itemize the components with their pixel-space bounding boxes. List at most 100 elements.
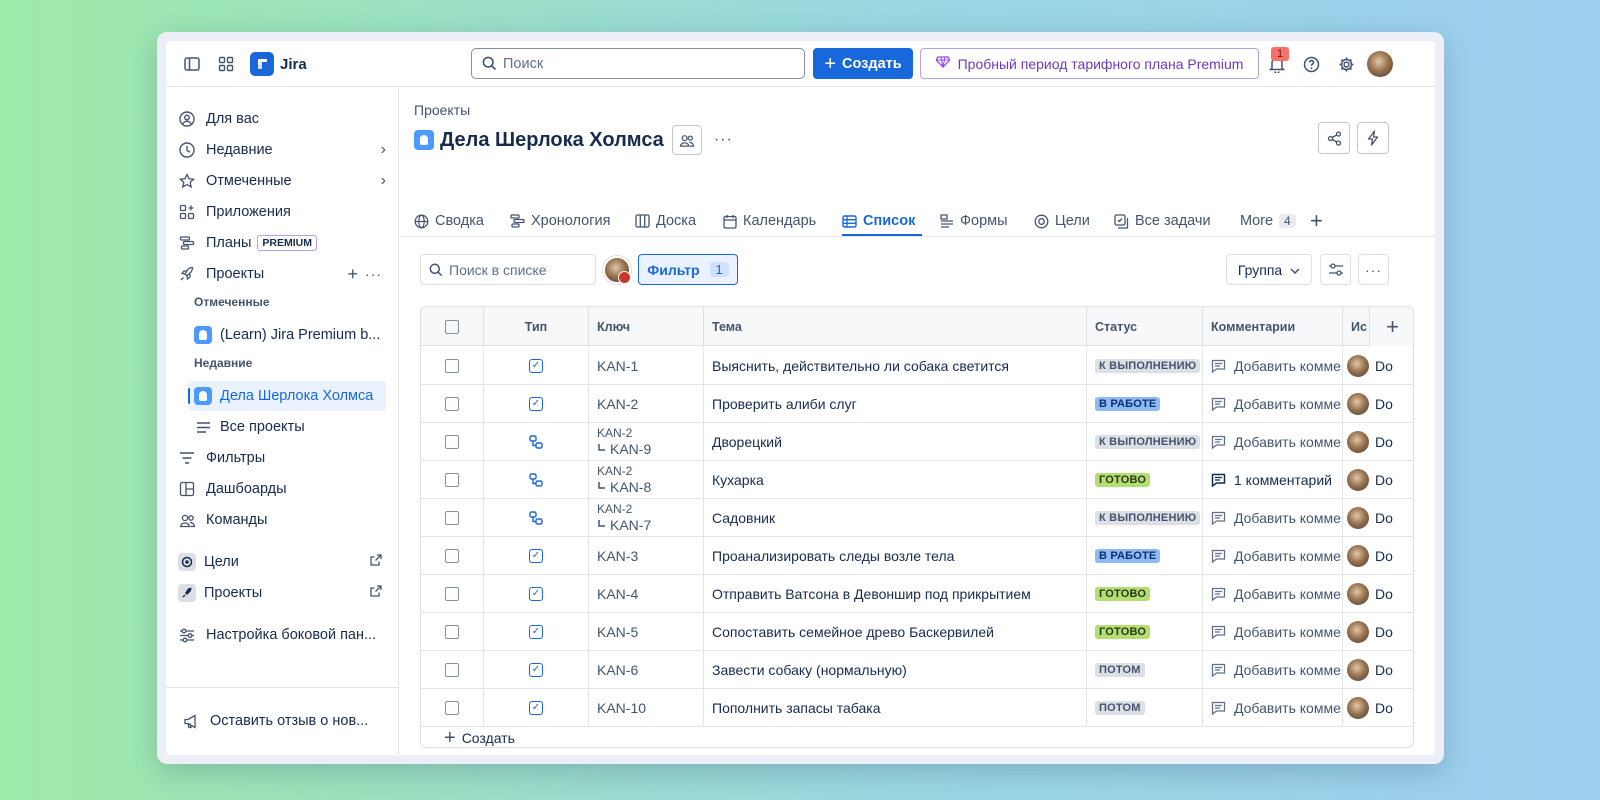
table-row[interactable]: ✓ KAN-5 Сопоставить семейное древо Баскерв… bbox=[421, 613, 1413, 651]
add-column-button[interactable]: + bbox=[1369, 307, 1413, 346]
comments-cell[interactable]: Добавить комме bbox=[1203, 689, 1343, 727]
issue-summary[interactable]: Выяснить, действительно ли собака светит… bbox=[712, 358, 1009, 374]
assignee-cell[interactable]: Do bbox=[1343, 537, 1413, 575]
sidebar-recent-project[interactable]: Дела Шерлока Холмса bbox=[188, 381, 386, 411]
issue-key[interactable]: KAN-3 bbox=[597, 548, 638, 564]
more-options-icon[interactable]: ··· bbox=[365, 266, 382, 282]
assignee-cell[interactable]: Do bbox=[1343, 613, 1413, 651]
create-button[interactable]: + Создать bbox=[813, 48, 913, 79]
task-icon[interactable]: ✓ bbox=[529, 663, 543, 677]
table-row[interactable]: ✓ KAN-6 Завести собаку (нормальную) ПОТОМ До… bbox=[421, 651, 1413, 689]
row-checkbox[interactable] bbox=[445, 625, 459, 639]
table-row[interactable]: ✓ KAN-10 Пополнить запасы табака ПОТОМ Добав… bbox=[421, 689, 1413, 727]
automation-button[interactable] bbox=[1357, 122, 1389, 154]
issue-key[interactable]: KAN-7 bbox=[610, 517, 651, 533]
task-icon[interactable]: ✓ bbox=[529, 359, 543, 373]
issue-summary[interactable]: Кухарка bbox=[712, 472, 764, 488]
column-header-comments[interactable]: Комментарии bbox=[1203, 307, 1343, 346]
task-icon[interactable]: ✓ bbox=[529, 701, 543, 715]
comments-cell[interactable]: Добавить комме bbox=[1203, 347, 1343, 385]
create-issue-row[interactable]: + Создать bbox=[444, 728, 515, 748]
issue-key[interactable]: KAN-1 bbox=[597, 358, 638, 374]
issue-summary[interactable]: Садовник bbox=[712, 510, 775, 526]
sidebar-item-projects-app[interactable]: Проекты bbox=[176, 578, 386, 608]
issue-summary[interactable]: Проверить алиби слуг bbox=[712, 396, 857, 412]
table-row[interactable]: KAN-2 KAN-7 Садовник К ВЫПОЛНЕНИЮ Добавить к… bbox=[421, 499, 1413, 537]
comments-cell[interactable]: Добавить комме bbox=[1203, 537, 1343, 575]
issue-summary[interactable]: Пополнить запасы табака bbox=[712, 700, 881, 716]
sidebar-starred-project[interactable]: (Learn) Jira Premium b... bbox=[194, 320, 389, 350]
sidebar-item-all-projects[interactable]: Все проекты bbox=[194, 412, 389, 442]
column-header-summary[interactable]: Тема bbox=[704, 307, 1087, 346]
column-header-assignee[interactable]: Ис bbox=[1343, 307, 1369, 346]
tab-forms[interactable]: Формы bbox=[940, 206, 1008, 236]
search-box[interactable]: Поиск bbox=[471, 48, 805, 79]
add-project-icon[interactable]: + bbox=[347, 264, 358, 285]
issue-key[interactable]: KAN-8 bbox=[610, 479, 651, 495]
sidebar-item-apps[interactable]: Приложения bbox=[176, 197, 386, 227]
row-checkbox[interactable] bbox=[445, 701, 459, 715]
sidebar-toggle-icon[interactable] bbox=[182, 54, 202, 74]
row-checkbox[interactable] bbox=[445, 663, 459, 677]
row-checkbox[interactable] bbox=[445, 397, 459, 411]
sidebar-item-starred[interactable]: Отмеченные › bbox=[176, 166, 386, 196]
issue-key[interactable]: KAN-10 bbox=[597, 700, 646, 716]
sidebar-item-plans[interactable]: Планы PREMIUM bbox=[176, 228, 386, 258]
status-badge[interactable]: В РАБОТЕ bbox=[1095, 397, 1161, 411]
assignee-cell[interactable]: Do bbox=[1343, 347, 1413, 385]
group-dropdown[interactable]: Группа bbox=[1226, 254, 1312, 285]
sidebar-item-dashboards[interactable]: Дашбоарды bbox=[176, 474, 386, 504]
tab-timeline[interactable]: Хронология bbox=[510, 206, 610, 236]
add-tab-button[interactable]: + bbox=[1310, 206, 1323, 236]
comments-cell[interactable]: Добавить комме bbox=[1203, 499, 1343, 537]
chevron-right-icon[interactable]: › bbox=[381, 172, 386, 190]
summary-cell[interactable]: Выяснить, действительно ли собака светит… bbox=[704, 347, 1087, 385]
assignee-cell[interactable]: Do bbox=[1343, 499, 1413, 537]
status-badge[interactable]: ПОТОМ bbox=[1095, 701, 1145, 715]
subtask-icon[interactable] bbox=[529, 511, 543, 525]
sidebar-item-filters[interactable]: Фильтры bbox=[176, 443, 386, 473]
summary-cell[interactable]: Проанализировать следы возле тела bbox=[704, 537, 1087, 575]
assignee-cell[interactable]: Do bbox=[1343, 689, 1413, 727]
breadcrumb[interactable]: Проекты bbox=[414, 102, 470, 118]
issue-summary[interactable]: Завести собаку (нормальную) bbox=[712, 662, 907, 678]
issue-key[interactable]: KAN-9 bbox=[610, 441, 651, 457]
parent-key[interactable]: KAN-2 bbox=[597, 464, 651, 479]
subtask-icon[interactable] bbox=[529, 473, 543, 487]
summary-cell[interactable]: Садовник bbox=[704, 499, 1087, 537]
share-button[interactable] bbox=[1318, 122, 1350, 154]
summary-cell[interactable]: Завести собаку (нормальную) bbox=[704, 651, 1087, 689]
comments-cell[interactable]: 1 комментарий bbox=[1203, 461, 1343, 499]
view-settings-button[interactable] bbox=[1320, 254, 1351, 285]
table-row[interactable]: ✓ KAN-2 Проверить алиби слуг В РАБОТЕ Добави… bbox=[421, 385, 1413, 423]
column-header-type[interactable]: Тип bbox=[484, 307, 589, 346]
list-search-input[interactable]: Поиск в списке bbox=[420, 254, 596, 285]
select-all-checkbox[interactable] bbox=[445, 319, 459, 334]
row-checkbox[interactable] bbox=[445, 473, 459, 487]
status-badge[interactable]: ГОТОВО bbox=[1095, 473, 1151, 487]
summary-cell[interactable]: Кухарка bbox=[704, 461, 1087, 499]
team-button[interactable] bbox=[671, 125, 702, 155]
issue-summary[interactable]: Сопоставить семейное древо Баскервилей bbox=[712, 624, 994, 640]
help-icon[interactable] bbox=[1300, 53, 1322, 75]
status-badge[interactable]: ГОТОВО bbox=[1095, 625, 1151, 639]
assignee-cell[interactable]: Do bbox=[1343, 461, 1413, 499]
table-row[interactable]: ✓ KAN-1 Выяснить, действительно ли собака … bbox=[421, 347, 1413, 385]
tab-goals[interactable]: Цели bbox=[1034, 206, 1090, 236]
comments-cell[interactable]: Добавить комме bbox=[1203, 613, 1343, 651]
chevron-right-icon[interactable]: › bbox=[381, 141, 386, 159]
parent-key[interactable]: KAN-2 bbox=[597, 426, 651, 441]
summary-cell[interactable]: Проверить алиби слуг bbox=[704, 385, 1087, 423]
feedback-button[interactable]: Оставить отзыв о нов... bbox=[180, 706, 390, 736]
table-row[interactable]: ✓ KAN-4 Отправить Ватсона в Девоншир под п… bbox=[421, 575, 1413, 613]
sidebar-item-settings[interactable]: Настройка боковой пан... bbox=[176, 620, 386, 650]
sidebar-item-for-you[interactable]: Для вас bbox=[176, 104, 386, 134]
more-actions-icon[interactable]: ··· bbox=[714, 131, 733, 149]
more-options-button[interactable]: ··· bbox=[1358, 254, 1389, 285]
summary-cell[interactable]: Пополнить запасы табака bbox=[704, 689, 1087, 727]
comments-cell[interactable]: Добавить комме bbox=[1203, 423, 1343, 461]
tab-board[interactable]: Доска bbox=[635, 206, 696, 236]
app-switcher-icon[interactable] bbox=[216, 54, 236, 74]
parent-key[interactable]: KAN-2 bbox=[597, 502, 651, 517]
tab-more[interactable]: More 4 bbox=[1240, 206, 1296, 236]
